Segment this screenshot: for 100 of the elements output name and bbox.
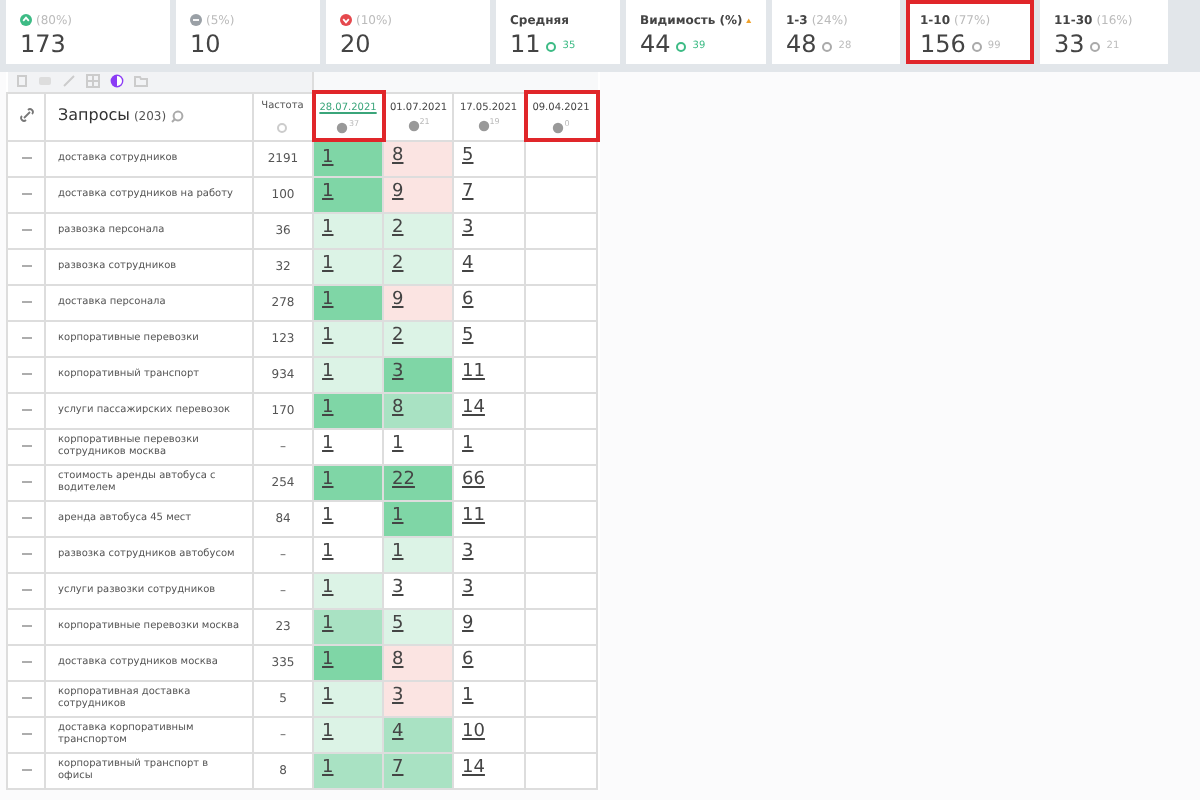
folder-icon: [133, 74, 147, 89]
stat-value: 10: [190, 32, 221, 58]
position-cell[interactable]: 3: [383, 356, 454, 392]
position-cell[interactable]: 1: [313, 176, 384, 212]
stat-value: 33: [1054, 32, 1085, 58]
position-cell[interactable]: 9: [383, 284, 454, 320]
dash-icon: [21, 371, 31, 376]
stat-value: 20: [340, 32, 371, 58]
position-cell[interactable]: 3: [453, 536, 526, 572]
position-cell[interactable]: 1: [313, 500, 384, 536]
dash-icon: [21, 551, 31, 556]
down-icon: [340, 14, 352, 26]
dash-icon: [21, 587, 31, 592]
equal-icon: [190, 14, 202, 26]
position-cell[interactable]: 14: [453, 752, 526, 788]
dash-icon: [21, 695, 31, 700]
position-cell[interactable]: 1: [313, 464, 384, 500]
position-cell[interactable]: 1: [453, 428, 526, 464]
position-cell[interactable]: 1: [313, 572, 384, 608]
position-cell[interactable]: 4: [453, 248, 526, 284]
position-cell[interactable]: 4: [383, 716, 454, 752]
stat-value: 173: [20, 32, 66, 58]
position-cell[interactable]: 1: [313, 608, 384, 644]
position-cell[interactable]: 1: [383, 428, 454, 464]
position-cell[interactable]: 2: [383, 320, 454, 356]
stat-value: 44: [640, 32, 671, 58]
target-icon: [336, 121, 349, 133]
position-cell[interactable]: 1: [313, 284, 384, 320]
pencil-icon: [61, 74, 75, 89]
dash-icon: [21, 515, 31, 520]
position-cell[interactable]: 5: [453, 140, 526, 176]
position-cell[interactable]: 1: [383, 500, 454, 536]
stat-value: 48: [786, 32, 817, 58]
square-icon: [15, 74, 27, 89]
position-cell[interactable]: 1: [313, 428, 384, 464]
dash-icon: [21, 659, 31, 664]
position-cell[interactable]: 11: [453, 356, 526, 392]
position-cell[interactable]: 1: [313, 356, 384, 392]
position-cell[interactable]: 7: [383, 752, 454, 788]
position-cell[interactable]: 3: [383, 680, 454, 716]
position-cell[interactable]: 1: [383, 536, 454, 572]
link-icon: [19, 108, 33, 123]
position-cell[interactable]: 10: [453, 716, 526, 752]
position-cell[interactable]: 2: [383, 212, 454, 248]
contrast-icon: [109, 74, 123, 89]
position-cell[interactable]: 2: [383, 248, 454, 284]
dash-icon: [21, 299, 31, 304]
stat-value: 11: [510, 32, 541, 58]
grid-icon: [85, 74, 99, 89]
dash-icon: [21, 191, 31, 196]
dash-icon: [21, 227, 31, 232]
position-cell[interactable]: 11: [453, 500, 526, 536]
target-icon: [1090, 42, 1101, 52]
target-icon: [546, 42, 557, 52]
target-icon: [971, 42, 982, 52]
position-cell[interactable]: 9: [453, 608, 526, 644]
position-cell[interactable]: 9: [383, 176, 454, 212]
target-icon: [477, 120, 490, 132]
dash-icon: [21, 443, 31, 448]
position-cell[interactable]: 3: [453, 572, 526, 608]
position-cell[interactable]: 7: [453, 176, 526, 212]
position-cell[interactable]: 5: [453, 320, 526, 356]
position-cell[interactable]: 1: [313, 212, 384, 248]
position-cell[interactable]: 1: [313, 716, 384, 752]
position-cell[interactable]: 1: [313, 644, 384, 680]
dash-icon: [21, 155, 31, 160]
up-icon: [20, 14, 32, 26]
stat-value: 156: [920, 32, 966, 58]
target-icon: [552, 121, 565, 133]
target-icon: [407, 120, 420, 132]
position-cell[interactable]: 3: [453, 212, 526, 248]
column-header: Запросы: [58, 104, 130, 128]
dash-icon: [21, 479, 31, 484]
position-cell[interactable]: 1: [313, 140, 384, 176]
position-cell[interactable]: 22: [383, 464, 454, 500]
position-cell[interactable]: 3: [383, 572, 454, 608]
position-cell[interactable]: 1: [313, 392, 384, 428]
position-cell[interactable]: 8: [383, 140, 454, 176]
position-cell[interactable]: 1: [313, 680, 384, 716]
position-cell[interactable]: 1: [313, 320, 384, 356]
position-cell[interactable]: 8: [383, 392, 454, 428]
position-cell[interactable]: 8: [383, 644, 454, 680]
dash-icon: [21, 335, 31, 340]
dash-icon: [21, 263, 31, 268]
position-cell[interactable]: 14: [453, 392, 526, 428]
dash-icon: [21, 731, 31, 736]
position-cell[interactable]: 66: [453, 464, 526, 500]
target-icon: [276, 122, 289, 134]
position-cell[interactable]: 1: [313, 752, 384, 788]
position-cell[interactable]: 6: [453, 644, 526, 680]
position-cell[interactable]: 6: [453, 284, 526, 320]
position-cell[interactable]: 1: [313, 248, 384, 284]
target-icon: [822, 42, 833, 52]
dash-icon: [21, 767, 31, 772]
position-cell[interactable]: 1: [453, 680, 526, 716]
position-cell[interactable]: 1: [313, 536, 384, 572]
dash-icon: [21, 623, 31, 628]
dash-icon: [21, 407, 31, 412]
position-cell[interactable]: 5: [383, 608, 454, 644]
target-icon: [676, 42, 687, 52]
